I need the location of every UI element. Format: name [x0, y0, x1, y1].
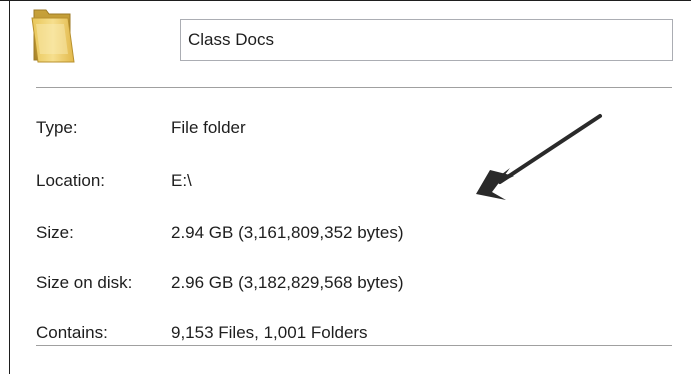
- property-row-contains: Contains: 9,153 Files, 1,001 Folders: [36, 320, 676, 346]
- location-value: E:\: [171, 171, 192, 190]
- size-on-disk-value: 2.96 GB (3,182,829,568 bytes): [171, 273, 404, 292]
- properties-dialog: Type: File folder Location: E:\ Size: 2.…: [0, 0, 691, 374]
- folder-icon: [31, 9, 75, 63]
- size-value: 2.94 GB (3,161,809,352 bytes): [171, 223, 404, 242]
- arrow-icon: [476, 114, 602, 200]
- size-on-disk-label: Size on disk:: [36, 273, 133, 292]
- top-border: [0, 0, 691, 1]
- size-label: Size:: [36, 223, 74, 242]
- left-border: [9, 0, 10, 374]
- location-label: Location:: [36, 171, 105, 190]
- type-label: Type:: [36, 118, 78, 137]
- property-row-size-on-disk: Size on disk: 2.96 GB (3,182,829,568 byt…: [36, 270, 676, 296]
- property-row-size: Size: 2.94 GB (3,161,809,352 bytes): [36, 220, 676, 246]
- contains-value: 9,153 Files, 1,001 Folders: [171, 323, 368, 342]
- contains-label: Contains:: [36, 323, 108, 342]
- separator: [36, 345, 672, 346]
- type-value: File folder: [171, 118, 246, 137]
- separator: [36, 87, 672, 88]
- folder-name-input[interactable]: [180, 19, 673, 61]
